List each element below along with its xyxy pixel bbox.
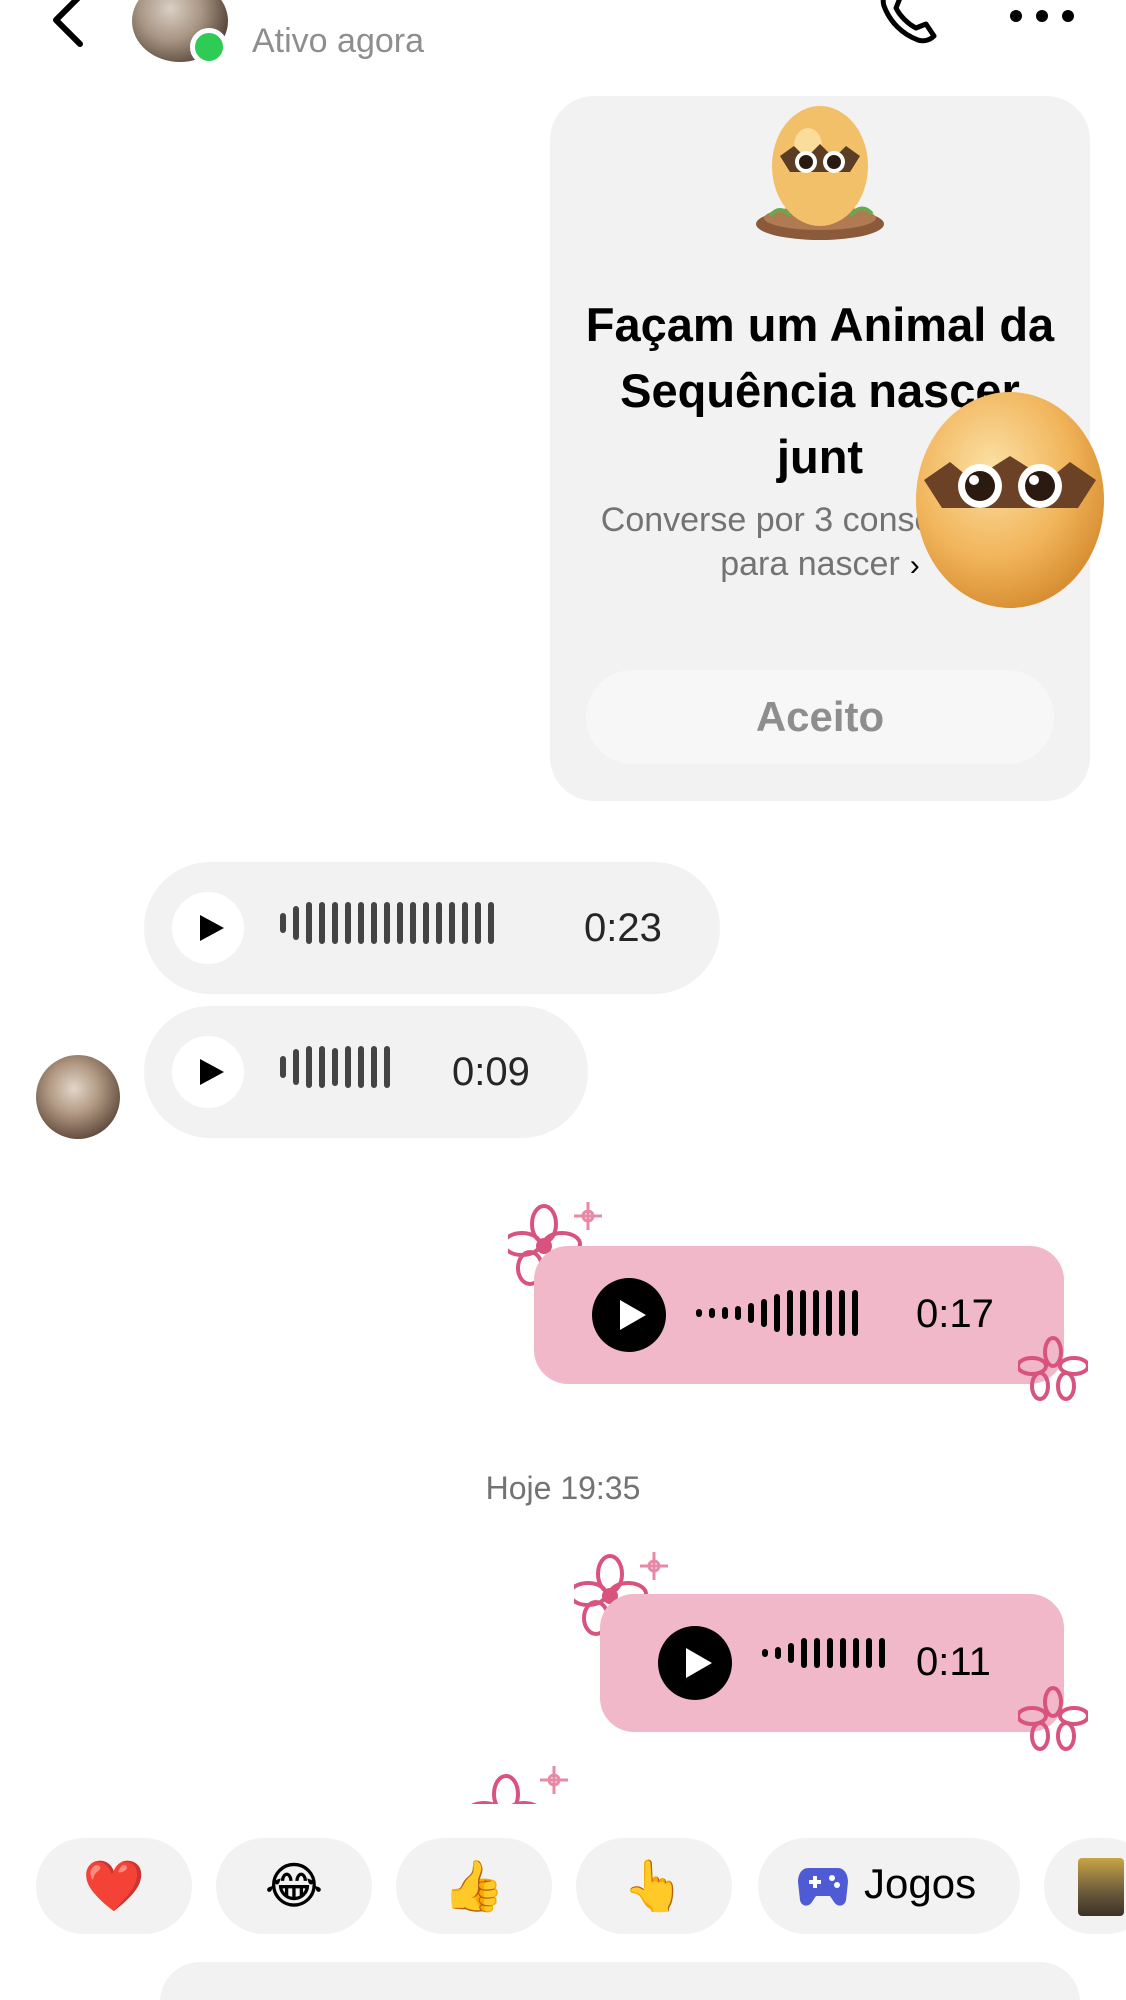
voice-duration: 0:17 (916, 1292, 994, 1336)
sticker-thumbnail (1078, 1858, 1124, 1916)
sender-avatar[interactable] (36, 1055, 120, 1139)
gamepad-icon (798, 1868, 848, 1906)
audio-waveform (280, 902, 494, 944)
phone-icon (880, 0, 937, 44)
flower-decoration-icon (1018, 1686, 1088, 1751)
reaction-heart-button[interactable]: ❤️ (36, 1838, 192, 1934)
voice-duration: 0:09 (452, 1050, 530, 1094)
play-icon[interactable] (658, 1626, 732, 1700)
play-icon[interactable] (592, 1278, 666, 1352)
reaction-laugh-button[interactable]: 😂 (216, 1838, 372, 1934)
streak-animal-card[interactable]: Façam um Animal da Sequência nascer junt… (550, 96, 1104, 801)
incoming-voice-message[interactable]: 0:23 (144, 862, 720, 994)
outgoing-voice-message[interactable]: 0:17 (534, 1246, 1064, 1384)
online-status-dot (190, 28, 228, 66)
reaction-thumbs-up-button[interactable]: 👍 (396, 1838, 552, 1934)
back-button[interactable] (44, 0, 94, 50)
reaction-point-button[interactable]: 👆 (576, 1838, 732, 1934)
voice-duration: 0:23 (584, 906, 662, 950)
play-icon[interactable] (172, 892, 244, 964)
clipped-message-decoration (470, 1760, 590, 1804)
audio-waveform (280, 1046, 390, 1088)
incoming-voice-message[interactable]: 0:09 (144, 1006, 588, 1138)
quick-reactions-bar: ❤️ 😂 👍 👆 Jogos (0, 1838, 1126, 1938)
egg-icon (916, 392, 1104, 608)
accept-button: Aceito (586, 670, 1054, 764)
more-icon (1010, 10, 1022, 22)
sticker-suggestion-button[interactable] (1044, 1838, 1126, 1934)
message-timestamp: Hoje 19:35 (485, 1470, 641, 1506)
flower-decoration-icon (1018, 1336, 1088, 1401)
games-button[interactable]: Jogos (758, 1838, 1020, 1934)
message-composer[interactable] (160, 1962, 1080, 2000)
audio-waveform (762, 1638, 885, 1668)
play-icon[interactable] (172, 1036, 244, 1108)
audio-call-button[interactable] (874, 0, 944, 50)
more-options-button[interactable] (1010, 4, 1074, 28)
egg-nest-icon (756, 106, 884, 240)
audio-waveform (696, 1290, 858, 1336)
outgoing-voice-message[interactable]: 0:11 (600, 1594, 1064, 1732)
voice-duration: 0:11 (916, 1640, 991, 1684)
back-arrow-icon (53, 0, 83, 47)
chat-header: Ativo agora (0, 0, 1126, 80)
activity-status: Ativo agora (252, 22, 424, 60)
flower-decoration-icon (471, 1766, 568, 1804)
games-label: Jogos (864, 1860, 977, 1907)
